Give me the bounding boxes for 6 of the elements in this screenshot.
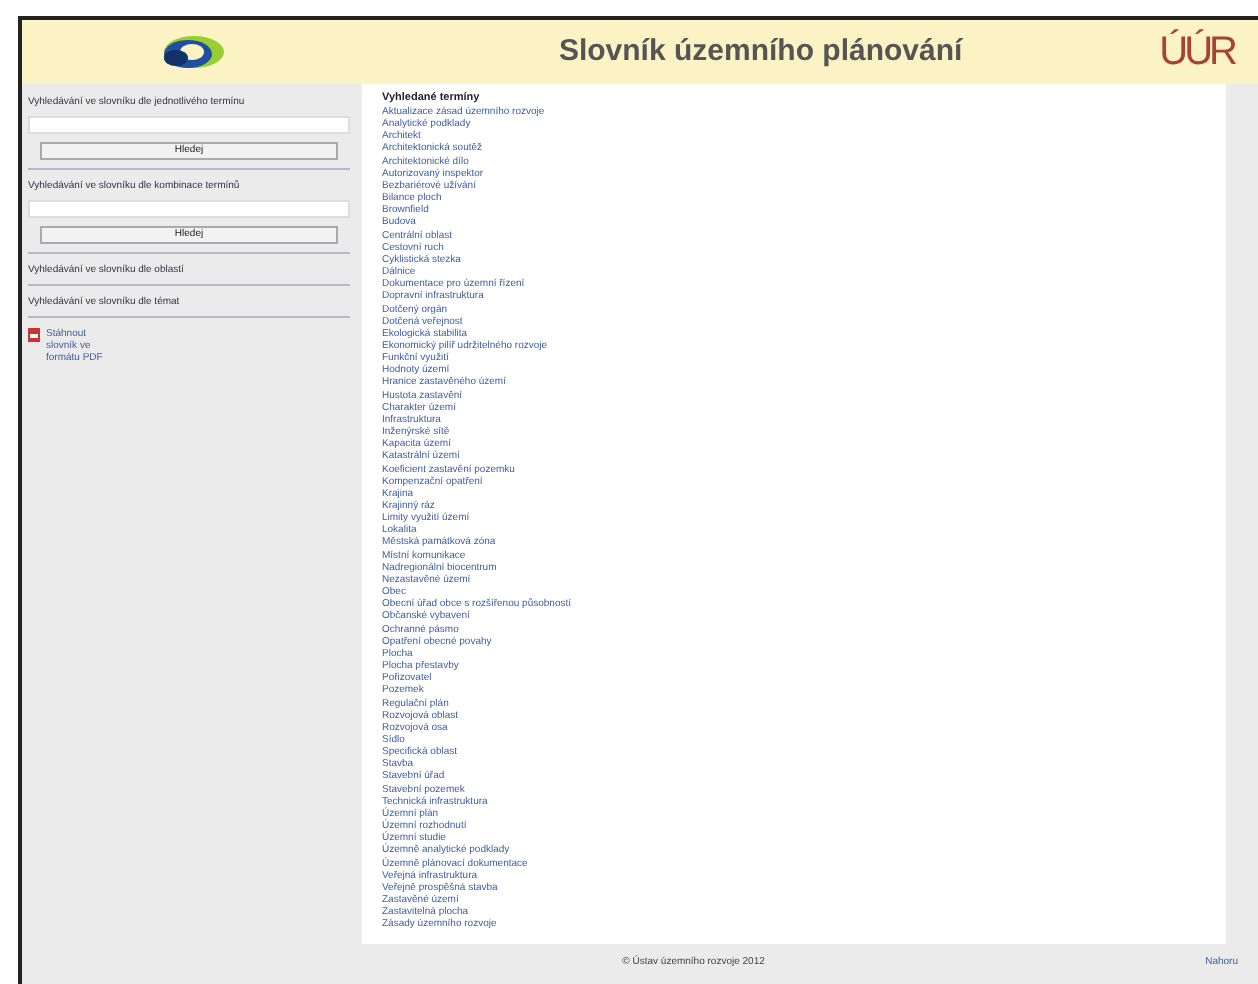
logo-icon [158,32,226,72]
search-field[interactable] [28,116,350,134]
page-title: Slovník územního plánování [558,31,963,72]
brand-logo: ÚÚR [1159,27,1234,78]
pdf-icon [28,328,40,342]
search-field[interactable] [28,200,350,218]
